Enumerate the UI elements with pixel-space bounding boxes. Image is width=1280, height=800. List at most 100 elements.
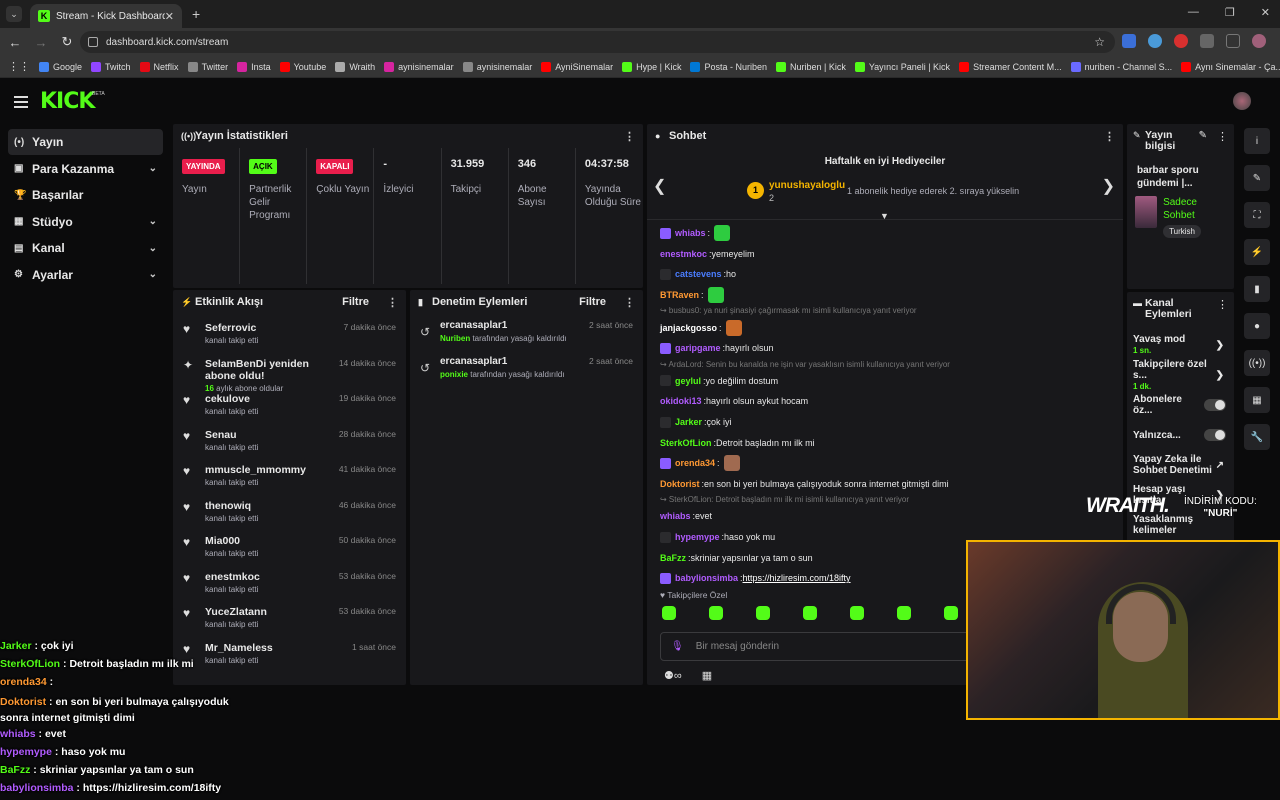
bookmark-item[interactable]: Wraith [335, 61, 375, 72]
minimize-icon[interactable]: — [1188, 6, 1199, 19]
extension-icon[interactable] [1148, 34, 1162, 48]
chevron-right-icon[interactable]: ❯ [1216, 340, 1224, 351]
channel-action[interactable]: Yapay Zeka ile Sohbet Denetimi ↗ [1127, 450, 1234, 480]
stream-info-menu-icon[interactable]: ⋮ [1217, 130, 1228, 143]
moderation-menu-icon[interactable]: ⋮ [624, 296, 635, 309]
activity-name[interactable]: Seferrovic [205, 322, 326, 334]
chat-username[interactable]: BaFzz [660, 551, 686, 565]
chat-username[interactable]: okidoki13 [660, 394, 702, 408]
gifter-name[interactable]: yunushayaloglu [769, 180, 845, 191]
emote-button-icon[interactable] [756, 606, 770, 620]
activity-name[interactable]: SelamBenDi yeniden abone oldu! [205, 358, 326, 382]
kick-logo[interactable]: KICK [40, 89, 95, 114]
bookmark-item[interactable]: Yayıncı Paneli | Kick [854, 61, 950, 72]
moderated-user[interactable]: ercanasaplar1 [440, 320, 589, 331]
back-icon[interactable]: ← [2, 35, 28, 50]
scroll-down-icon[interactable]: ▼ [880, 211, 889, 221]
chat-username[interactable]: babylionsimba [675, 571, 738, 585]
bookmark-item[interactable]: Nuriben | Kick [775, 61, 846, 72]
category-name[interactable]: Sadece Sohbet [1163, 196, 1226, 222]
forward-icon[interactable]: → [28, 35, 54, 50]
bookmark-item[interactable]: Youtube [279, 61, 326, 72]
bookmark-star-icon[interactable]: ☆ [1094, 35, 1105, 49]
info-icon[interactable]: i [1244, 128, 1270, 154]
chat-menu-icon[interactable]: ⋮ [1104, 130, 1115, 143]
sidebar-item[interactable]: ⚙ Ayarlar ⌄ [8, 262, 163, 288]
toggle-switch[interactable] [1204, 399, 1226, 411]
moderation-filter-button[interactable]: Filtre [579, 296, 606, 308]
chevron-right-icon[interactable]: ❯ [1216, 370, 1224, 381]
sidebar-item[interactable]: ▤ Kanal ⌄ [8, 235, 163, 261]
external-link-icon[interactable]: ↗ [1216, 460, 1224, 471]
toggle-switch[interactable] [1204, 429, 1226, 441]
user-avatar[interactable] [1233, 92, 1251, 110]
browser-tab[interactable]: K Stream - Kick Dashboard ✕ [30, 4, 182, 28]
channel-actions-menu-icon[interactable]: ⋮ [1217, 298, 1228, 311]
chat-username[interactable]: whiabs [660, 509, 691, 523]
chat-username[interactable]: SterkOfLion [660, 436, 712, 450]
moderated-user[interactable]: ercanasaplar1 [440, 356, 589, 367]
crop-icon[interactable]: ⛶ [1244, 202, 1270, 228]
chevron-left-icon[interactable]: ❮ [653, 176, 666, 196]
signal-icon[interactable]: ((•)) [1244, 350, 1270, 376]
activity-name[interactable]: enestmkoc [205, 571, 326, 583]
chevron-down-icon[interactable]: ⌄ [149, 269, 157, 280]
activity-filter-button[interactable]: Filtre [342, 296, 369, 308]
url-field[interactable]: dashboard.kick.com/stream ☆ [80, 31, 1115, 53]
chat-username[interactable]: Doktorist [660, 477, 700, 491]
store-icon[interactable]: ▦ [702, 669, 712, 682]
menu-icon[interactable] [14, 96, 28, 111]
bookmark-item[interactable]: Twitter [187, 61, 228, 72]
activity-name[interactable]: YuceZlatann [205, 606, 326, 618]
emote-button-icon[interactable] [944, 606, 958, 620]
chevron-down-icon[interactable]: ⌄ [149, 243, 157, 254]
sidebar-item[interactable]: ▣ Para Kazanma ⌄ [8, 156, 163, 182]
reload-icon[interactable]: ↻ [54, 34, 80, 50]
bookmark-item[interactable]: Posta - Nuriben [690, 61, 767, 72]
chevron-right-icon[interactable]: ❯ [1102, 176, 1115, 196]
record-extension-icon[interactable] [1174, 34, 1188, 48]
emote-button-icon[interactable] [803, 606, 817, 620]
chat-username[interactable]: BTRaven [660, 288, 699, 302]
puzzle-icon[interactable] [1200, 34, 1214, 48]
chat-username[interactable]: hypemype [675, 530, 720, 544]
chat-username[interactable]: Jarker [675, 415, 702, 429]
chevron-down-icon[interactable]: ⌄ [149, 163, 157, 174]
profile-avatar-icon[interactable] [1252, 34, 1266, 48]
sidebar-item[interactable]: 🏆 Başarılar [8, 182, 163, 208]
activity-name[interactable]: cekulove [205, 393, 326, 405]
activity-name[interactable]: Senau [205, 429, 326, 441]
bookmark-item[interactable]: aynisinemalar [384, 61, 454, 72]
bookmark-item[interactable]: Streamer Content M... [959, 61, 1062, 72]
bookmark-item[interactable]: Aynı Sinemalar - Ça... [1181, 61, 1280, 72]
chat-username[interactable]: janjackgosso [660, 321, 717, 335]
apps-icon[interactable]: ⋮⋮ [8, 60, 30, 73]
chevron-down-icon[interactable]: ⌄ [149, 216, 157, 227]
bookmark-item[interactable]: Google [39, 61, 82, 72]
moderator-name[interactable]: ponixie [440, 370, 468, 379]
emote-button-icon[interactable] [709, 606, 723, 620]
close-window-icon[interactable]: ✕ [1261, 6, 1270, 19]
bookmark-item[interactable]: nuriben - Channel S... [1070, 61, 1172, 72]
chat-username[interactable]: garipgame [675, 341, 721, 355]
activity-name[interactable]: Mia000 [205, 535, 326, 547]
sidebar-item[interactable]: ▦ Stüdyo ⌄ [8, 209, 163, 235]
edit-icon[interactable]: ✎ [1244, 165, 1270, 191]
category-thumbnail[interactable] [1135, 196, 1158, 228]
layout-icon[interactable]: ▦ [1244, 387, 1270, 413]
chat-username[interactable]: geylul [675, 374, 701, 388]
shield-extension-icon[interactable] [1122, 34, 1136, 48]
site-info-icon[interactable] [88, 37, 98, 47]
activity-name[interactable]: mmuscle_mmommy [205, 464, 326, 476]
bookmark-item[interactable]: Hype | Kick [622, 61, 681, 72]
channel-action[interactable]: Abonelere öz... [1127, 390, 1234, 420]
emote-button-icon[interactable] [897, 606, 911, 620]
bookmark-item[interactable]: Twitch [91, 61, 131, 72]
sidebar-item[interactable]: (•) Yayın [8, 129, 163, 155]
chat-username[interactable]: orenda34 [675, 456, 715, 470]
chat-username[interactable]: enestmkoc [660, 247, 707, 261]
side-panel-icon[interactable] [1226, 34, 1240, 48]
stats-menu-icon[interactable]: ⋮ [624, 130, 635, 143]
emote-button-icon[interactable] [850, 606, 864, 620]
channel-action[interactable]: Yavaş mod 1 sn. ❯ [1127, 330, 1234, 360]
